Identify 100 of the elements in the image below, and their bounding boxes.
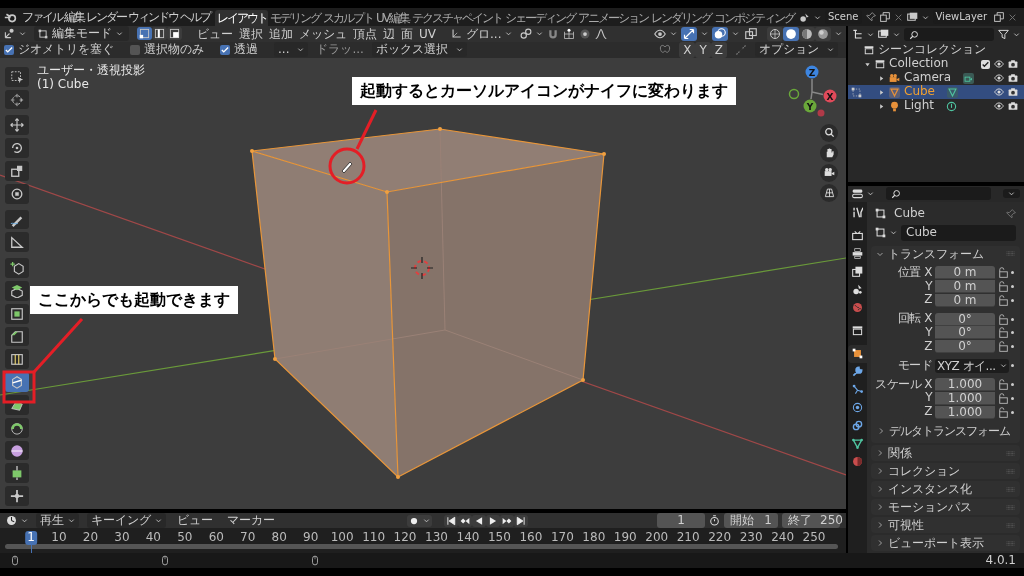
axis-label: Z bbox=[808, 67, 816, 78]
number-field[interactable]: 1.000 bbox=[935, 405, 995, 419]
frame-number: 130 bbox=[424, 531, 449, 545]
panel-header[interactable]: インスタンス化 bbox=[871, 481, 1020, 497]
panel-header[interactable]: ビューポート表示 bbox=[871, 535, 1020, 551]
checkbox-label: 透過 bbox=[234, 42, 258, 57]
menu-item[interactable]: 頂点 bbox=[350, 26, 380, 42]
panel-title: モーションパス bbox=[888, 499, 972, 515]
menu-item[interactable]: メッシュ bbox=[296, 26, 350, 42]
outliner-row[interactable]: Camera bbox=[848, 71, 1024, 85]
menu-item[interactable]: ウィンドウ bbox=[127, 8, 179, 26]
mode-dropdown[interactable]: XYZ オイ... bbox=[935, 358, 1009, 373]
frame-number: 60 bbox=[207, 531, 225, 545]
menu-item[interactable]: マーカー bbox=[224, 513, 278, 528]
number-field[interactable]: 0° bbox=[935, 326, 995, 340]
number-field[interactable]: 0 m bbox=[935, 293, 995, 307]
outliner-label[interactable]: Collection bbox=[889, 57, 949, 71]
number-field[interactable]: 0 m bbox=[935, 266, 995, 280]
menu-item[interactable]: UV bbox=[416, 26, 439, 42]
frame-number: 120 bbox=[392, 531, 418, 545]
number-field[interactable]: 1.000 bbox=[935, 378, 995, 391]
menu-item[interactable]: ヘルプ bbox=[179, 8, 211, 26]
name-field[interactable]: Cube bbox=[901, 224, 1016, 241]
end-frame-field[interactable]: 終了 250 bbox=[782, 512, 840, 529]
field-label: 位置 X bbox=[896, 265, 933, 280]
falloff-dropdown[interactable]: ... bbox=[274, 42, 309, 58]
menu-dropdown[interactable]: キーイング bbox=[87, 513, 166, 528]
orientation-dropdown[interactable]: グロ... bbox=[451, 26, 513, 42]
panel-title: トランスフォーム bbox=[888, 246, 984, 261]
workspace-tab[interactable]: レイアウト bbox=[215, 9, 268, 26]
panel-title: 可視性 bbox=[888, 517, 924, 533]
frame-number: 140 bbox=[455, 531, 481, 545]
panel-header[interactable]: トランスフォーム bbox=[871, 245, 1020, 262]
menu-item[interactable]: 辺 bbox=[380, 26, 398, 42]
mode-dropdown[interactable]: 編集モード bbox=[34, 26, 129, 42]
frame-number: 50 bbox=[176, 531, 194, 545]
outliner-row[interactable]: Light bbox=[848, 99, 1024, 113]
panel-title: インスタンス化 bbox=[888, 481, 972, 497]
workspace-tab[interactable]: コンポジティング bbox=[712, 9, 795, 26]
menu-dropdown[interactable]: 再生 bbox=[36, 513, 79, 528]
frame-number: 40 bbox=[144, 531, 162, 545]
workspace-tab[interactable]: アニメーション bbox=[576, 9, 649, 26]
number-field[interactable]: 1.000 bbox=[935, 391, 995, 405]
frame-number: 150 bbox=[487, 531, 512, 545]
callout-text: 起動するとカーソルアイコンがナイフに変わります bbox=[352, 77, 736, 106]
outliner-label[interactable]: Camera bbox=[904, 71, 952, 85]
frame-number: 160 bbox=[518, 531, 544, 545]
outliner-label[interactable]: Light bbox=[904, 99, 934, 113]
number-field[interactable]: 0° bbox=[935, 312, 995, 326]
field-label: 終了 bbox=[788, 513, 812, 528]
number-field[interactable]: 0° bbox=[935, 340, 995, 354]
frame-number: 230 bbox=[738, 531, 764, 545]
panel-header[interactable]: 可視性 bbox=[871, 517, 1020, 533]
text-field[interactable]: ViewLayer bbox=[932, 10, 991, 24]
selected-row[interactable]: Cube bbox=[848, 85, 1024, 99]
dropdown-value: XYZ オイ... bbox=[937, 358, 996, 373]
version-label: 4.0.1 bbox=[985, 553, 1016, 568]
menu-item[interactable]: ビュー bbox=[194, 26, 236, 42]
start-frame-field[interactable]: 開始 1 bbox=[724, 512, 778, 529]
current-frame-field[interactable]: 1 bbox=[657, 512, 705, 529]
drag-label: ドラッ... bbox=[316, 42, 364, 57]
field-value: 1 bbox=[764, 513, 772, 528]
dropdown-value: オプション bbox=[759, 43, 819, 57]
frame-number: 1 bbox=[25, 531, 37, 545]
panel-header[interactable]: モーションパス bbox=[871, 499, 1020, 515]
frame-number: 180 bbox=[581, 531, 607, 545]
number-field[interactable]: 0 m bbox=[935, 280, 995, 293]
workspace-tab[interactable]: テクスチャペイント bbox=[410, 9, 503, 26]
checkbox-label: 選択物のみ bbox=[144, 42, 204, 57]
menu-item[interactable]: 追加 bbox=[266, 26, 296, 42]
workspace-tab[interactable]: UV編集 bbox=[374, 9, 410, 26]
workspace-tab[interactable]: スカルプト bbox=[321, 9, 374, 26]
menu-item[interactable]: 選択 bbox=[236, 26, 266, 42]
panel-header[interactable]: 関係 bbox=[871, 445, 1020, 461]
frame-number: 20 bbox=[81, 531, 100, 545]
menu-item[interactable]: ビュー bbox=[174, 513, 216, 528]
view-name: ユーザー・透視投影 bbox=[37, 63, 145, 78]
dropdown-value: ボックス選択 bbox=[375, 43, 448, 57]
checkbox-label: ジオメトリを塞ぐ bbox=[18, 42, 114, 57]
panel-title: ビューポート表示 bbox=[888, 535, 984, 551]
outliner-label[interactable]: シーンコレクション bbox=[878, 43, 986, 57]
menu-item[interactable]: ファイル bbox=[21, 8, 63, 26]
frame-number: 110 bbox=[361, 531, 387, 545]
options-dropdown[interactable]: オプション bbox=[755, 42, 838, 58]
frame-number: 220 bbox=[707, 531, 733, 545]
workspace-tab[interactable]: レンダリング bbox=[649, 9, 712, 26]
mode-label: 編集モード bbox=[52, 27, 112, 41]
field-label: スケール X bbox=[875, 377, 933, 392]
frame-number: 200 bbox=[644, 531, 670, 545]
menu-item[interactable]: 面 bbox=[398, 26, 416, 42]
frame-number: 190 bbox=[612, 531, 638, 545]
outliner-label[interactable]: Cube bbox=[904, 85, 935, 99]
menu-label: 再生 bbox=[40, 514, 64, 527]
workspace-tab[interactable]: モデリング bbox=[268, 9, 321, 26]
drag-dropdown[interactable]: ボックス選択 bbox=[371, 42, 467, 58]
menu-item[interactable]: 編集 bbox=[63, 8, 85, 26]
workspace-tab[interactable]: シェーディング bbox=[503, 9, 576, 26]
menu-item[interactable]: レンダー bbox=[85, 8, 127, 26]
frame-number: 10 bbox=[50, 531, 68, 545]
panel-header[interactable]: コレクション bbox=[871, 463, 1020, 479]
